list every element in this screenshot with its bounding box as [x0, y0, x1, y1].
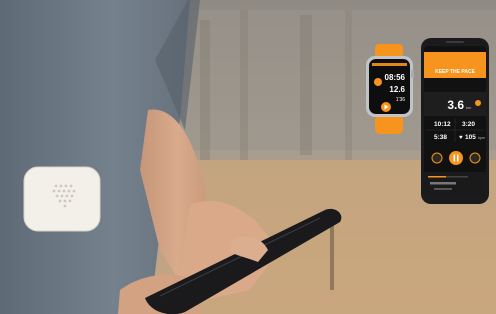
playback-controls: [431, 151, 481, 165]
app-banner: KEEP THE PACE: [424, 52, 486, 78]
next-button[interactable]: [469, 152, 481, 164]
runner-icon: [374, 78, 382, 86]
heart-sensor-device: [23, 166, 101, 232]
app-phone: KEEP THE PACE 3.6 km 10:12 3:20 5:38 ♥ 1…: [421, 38, 489, 204]
watch-small-value: 1'36: [396, 97, 406, 103]
stat-pace-right: 105: [465, 134, 476, 141]
banner-title: KEEP THE PACE: [435, 69, 475, 75]
stat-pace-right-unit: bpm: [478, 136, 485, 140]
heart-icon: ♥: [459, 135, 463, 141]
previous-button[interactable]: [431, 152, 443, 164]
speaker-grille: [446, 41, 464, 43]
music-bar: [424, 172, 486, 196]
pause-button[interactable]: [449, 151, 463, 165]
stat-time-left: 10:12: [434, 121, 451, 128]
runner-icon: [475, 100, 481, 106]
distance-panel: 3.6 km: [424, 92, 486, 116]
music-progress-fill: [428, 176, 446, 178]
photo-scene: 08:56 12.6 1'36 KEEP THE PACE 3.6 km 10:…: [0, 0, 496, 314]
stat-time-right: 3:20: [462, 121, 475, 128]
distance-unit: km: [466, 105, 472, 110]
distance-value: 3.6: [447, 98, 464, 112]
pause-icon: [453, 154, 456, 162]
watch-mid-value: 12.6: [389, 85, 405, 94]
stat-pace-left: 5:38: [434, 134, 447, 141]
watch-big-value: 08:56: [385, 73, 406, 82]
